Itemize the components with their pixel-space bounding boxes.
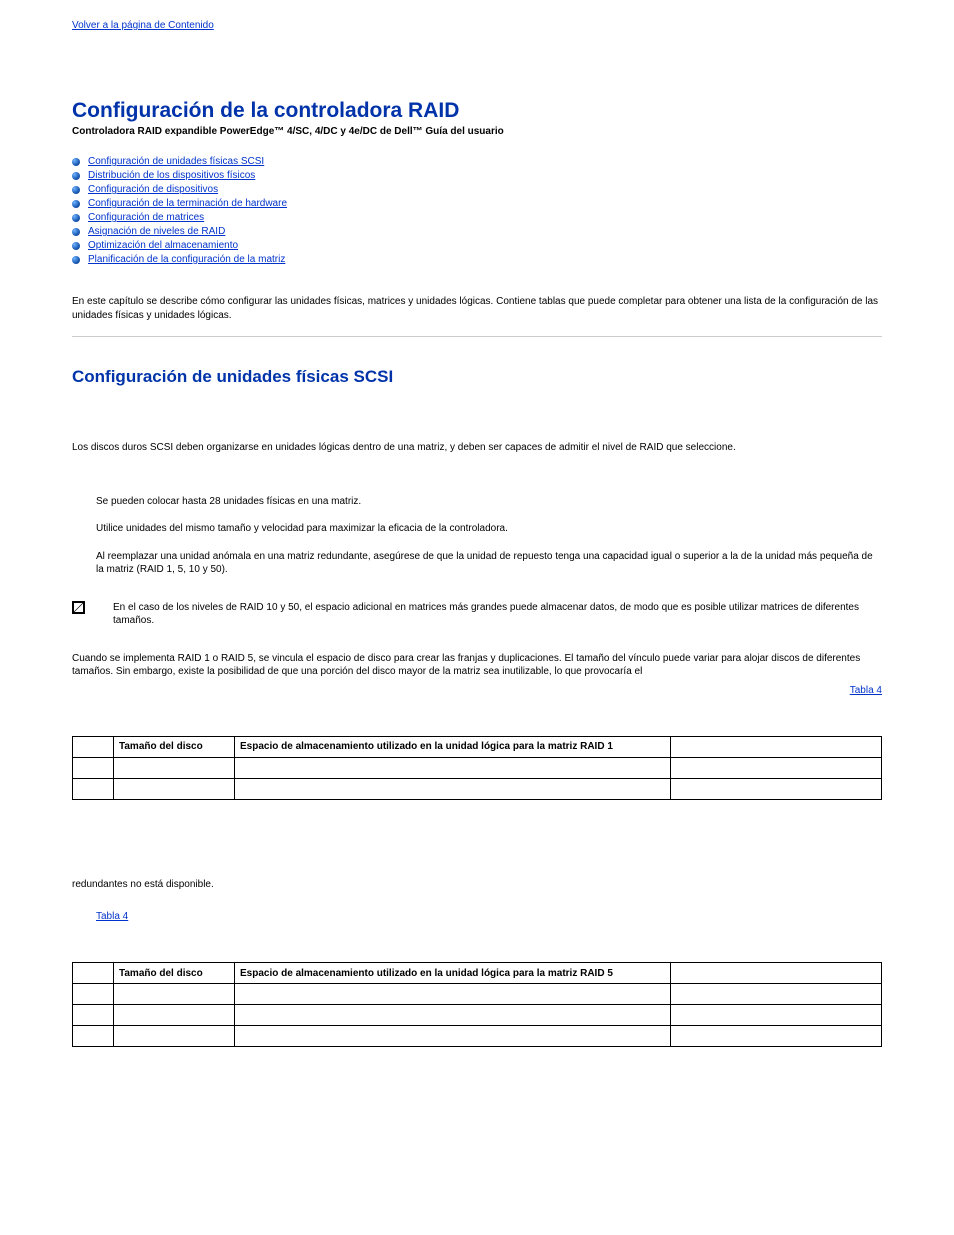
table-cell <box>73 984 114 1005</box>
bullet-icon <box>72 242 80 250</box>
bullet-icon <box>72 172 80 180</box>
toc-link[interactable]: Configuración de dispositivos <box>88 184 218 195</box>
bullet-icon <box>72 228 80 236</box>
toc-item: Configuración de matrices <box>72 212 882 223</box>
note-block: En el caso de los niveles de RAID 10 y 5… <box>72 601 882 628</box>
table-cell <box>114 1026 235 1047</box>
back-to-contents-link[interactable]: Volver a la página de Contenido <box>72 20 214 31</box>
table-header: Tamaño del disco <box>114 963 235 984</box>
bullet-text: Utilice unidades del mismo tamaño y velo… <box>96 522 882 536</box>
raid1-table: Tamaño del disco Espacio de almacenamien… <box>72 736 882 800</box>
section-divider <box>72 336 882 337</box>
table-link[interactable]: Tabla 4 <box>850 685 882 696</box>
table-cell <box>114 1005 235 1026</box>
table-row <box>73 1026 882 1047</box>
table-row <box>73 984 882 1005</box>
table-header <box>671 963 882 984</box>
table-header: Tamaño del disco <box>114 736 235 757</box>
table-cell <box>671 778 882 799</box>
body-paragraph: Los discos duros SCSI deben organizarse … <box>72 441 882 455</box>
toc-item: Planificación de la configuración de la … <box>72 254 882 265</box>
table-header <box>73 736 114 757</box>
bullet-icon <box>72 256 80 264</box>
toc-item: Optimización del almacenamiento <box>72 240 882 251</box>
bullet-block: Se pueden colocar hasta 28 unidades físi… <box>96 495 882 577</box>
page-title: Configuración de la controladora RAID <box>72 99 882 123</box>
toc-link[interactable]: Planificación de la configuración de la … <box>88 254 285 265</box>
bullet-icon <box>72 158 80 166</box>
table-header <box>73 963 114 984</box>
toc-link[interactable]: Distribución de los dispositivos físicos <box>88 170 255 181</box>
section-heading: Configuración de unidades físicas SCSI <box>72 367 882 387</box>
toc-link[interactable]: Optimización del almacenamiento <box>88 240 238 251</box>
bullet-text: Se pueden colocar hasta 28 unidades físi… <box>96 495 882 509</box>
body-paragraph: Cuando se implementa RAID 1 o RAID 5, se… <box>72 652 882 679</box>
table-cell <box>671 757 882 778</box>
toc-link[interactable]: Configuración de unidades físicas SCSI <box>88 156 264 167</box>
note-text: En el caso de los niveles de RAID 10 y 5… <box>113 601 882 628</box>
table-cell <box>671 1005 882 1026</box>
table-header-row: Tamaño del disco Espacio de almacenamien… <box>73 736 882 757</box>
bullet-text: Al reemplazar una unidad anómala en una … <box>96 550 882 577</box>
table-header <box>671 736 882 757</box>
toc-item: Asignación de niveles de RAID <box>72 226 882 237</box>
table-ref-left: Tabla 4 <box>96 911 882 922</box>
toc-link[interactable]: Configuración de la terminación de hardw… <box>88 198 287 209</box>
intro-paragraph: En este capítulo se describe cómo config… <box>72 295 882 322</box>
table-cell <box>235 1026 671 1047</box>
raid5-table: Tamaño del disco Espacio de almacenamien… <box>72 962 882 1047</box>
table-cell <box>73 757 114 778</box>
bullet-icon <box>72 200 80 208</box>
toc-link[interactable]: Asignación de niveles de RAID <box>88 226 225 237</box>
table-cell <box>114 778 235 799</box>
toc-item: Configuración de dispositivos <box>72 184 882 195</box>
table-header: Espacio de almacenamiento utilizado en l… <box>235 963 671 984</box>
table-row <box>73 778 882 799</box>
table-row <box>73 1005 882 1026</box>
toc-item: Configuración de unidades físicas SCSI <box>72 156 882 167</box>
table-of-contents: Configuración de unidades físicas SCSI D… <box>72 156 882 265</box>
table-link[interactable]: Tabla 4 <box>96 911 128 922</box>
table-header: Espacio de almacenamiento utilizado en l… <box>235 736 671 757</box>
bullet-icon <box>72 186 80 194</box>
table-cell <box>671 984 882 1005</box>
page-container: Volver a la página de Contenido Configur… <box>72 0 882 1107</box>
table-cell <box>235 778 671 799</box>
table-ref-right: Tabla 4 <box>72 685 882 696</box>
note-icon <box>72 601 85 614</box>
table-row <box>73 757 882 778</box>
table-cell <box>235 757 671 778</box>
table-cell <box>671 1026 882 1047</box>
toc-link[interactable]: Configuración de matrices <box>88 212 204 223</box>
table-cell <box>73 778 114 799</box>
table-cell <box>114 984 235 1005</box>
top-nav: Volver a la página de Contenido <box>72 20 882 31</box>
table-cell <box>235 984 671 1005</box>
body-paragraph: redundantes no está disponible. <box>72 878 882 892</box>
toc-item: Configuración de la terminación de hardw… <box>72 198 882 209</box>
page-subtitle: Controladora RAID expandible PowerEdge™ … <box>72 125 882 138</box>
table-cell <box>114 757 235 778</box>
table-cell <box>73 1005 114 1026</box>
toc-item: Distribución de los dispositivos físicos <box>72 170 882 181</box>
table-cell <box>73 1026 114 1047</box>
table-header-row: Tamaño del disco Espacio de almacenamien… <box>73 963 882 984</box>
table-cell <box>235 1005 671 1026</box>
bullet-icon <box>72 214 80 222</box>
